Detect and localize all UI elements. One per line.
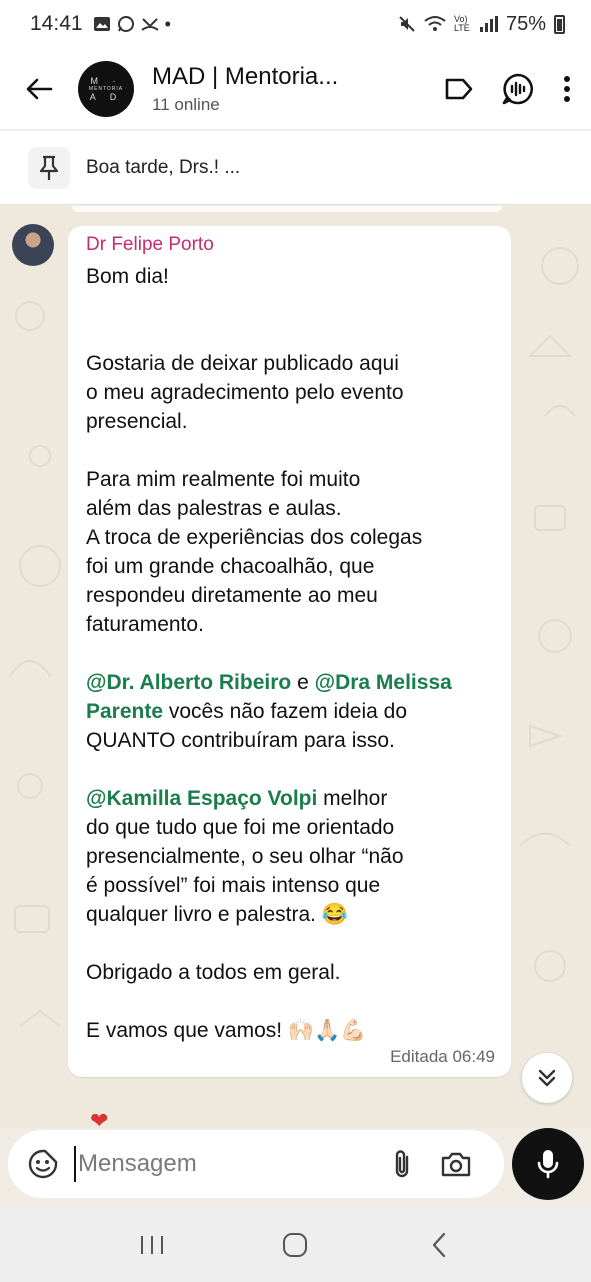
battery-percent: 75% bbox=[505, 12, 546, 35]
message-greeting: Bom dia! bbox=[86, 265, 169, 288]
battery-icon bbox=[554, 14, 565, 34]
attach-button[interactable] bbox=[382, 1144, 422, 1184]
voice-chat-button[interactable] bbox=[501, 72, 535, 106]
paperclip-icon bbox=[395, 1150, 409, 1178]
text-cursor bbox=[74, 1146, 76, 1182]
pinned-message-bar[interactable]: Boa tarde, Drs.! ... bbox=[0, 131, 591, 205]
pin-icon bbox=[39, 155, 59, 180]
dot-icon: • bbox=[164, 13, 171, 34]
message-meta: Editada 06:49 bbox=[390, 1047, 495, 1066]
recent-apps-icon bbox=[140, 1236, 163, 1254]
wifi-icon bbox=[424, 16, 446, 31]
sticker-button[interactable] bbox=[26, 1147, 60, 1181]
mention-connector: e bbox=[291, 671, 315, 694]
whatsapp-icon bbox=[117, 16, 134, 32]
message-sender[interactable]: Dr Felipe Porto bbox=[86, 234, 495, 256]
chat-header: M · MENTORIA A D MAD | Mentoria... 11 on… bbox=[0, 48, 591, 130]
message-body: Bom dia! Gostaria de deixar publicado aq… bbox=[86, 262, 495, 1045]
recent-apps-button[interactable] bbox=[122, 1225, 182, 1265]
signal-icon bbox=[479, 16, 498, 32]
mention-alberto[interactable]: @Dr. Alberto Ribeiro bbox=[86, 671, 291, 694]
sticker-icon bbox=[28, 1149, 58, 1179]
microphone-icon bbox=[537, 1150, 559, 1179]
message-paragraph-1: Gostaria de deixar publicado aqui o meu … bbox=[86, 352, 404, 433]
label-tag-icon bbox=[445, 78, 473, 99]
camera-button[interactable] bbox=[436, 1144, 476, 1184]
message-paragraph-2: Para mim realmente foi muito além das pa… bbox=[86, 468, 423, 636]
system-navigation-bar bbox=[0, 1208, 591, 1282]
chat-title-block[interactable]: MAD | Mentoria... 11 online bbox=[152, 63, 338, 115]
sender-avatar[interactable] bbox=[12, 224, 54, 266]
back-button[interactable] bbox=[0, 48, 78, 130]
online-count: 11 online bbox=[152, 94, 220, 114]
message-bubble[interactable]: Dr Felipe Porto Bom dia! Gostaria de dei… bbox=[68, 226, 511, 1077]
status-notification-icons: • bbox=[93, 14, 171, 35]
system-back-button[interactable] bbox=[409, 1225, 469, 1265]
scroll-to-bottom-button[interactable] bbox=[522, 1053, 572, 1103]
chat-title: MAD | Mentoria... bbox=[152, 62, 339, 90]
voice-record-button[interactable] bbox=[512, 1128, 584, 1200]
status-time: 14:41 bbox=[30, 12, 83, 35]
message-composer bbox=[8, 1130, 504, 1198]
more-vertical-icon bbox=[564, 75, 570, 102]
home-button[interactable] bbox=[265, 1225, 325, 1265]
voice-chat-icon bbox=[502, 73, 534, 104]
reaction-heart[interactable]: ❤ bbox=[90, 1108, 108, 1128]
gallery-icon bbox=[93, 17, 110, 31]
more-options-button[interactable] bbox=[563, 75, 571, 103]
previous-message-edge bbox=[72, 206, 502, 212]
arrow-left-icon bbox=[26, 78, 53, 99]
status-system-icons: Vo) LTE 75% bbox=[398, 13, 565, 36]
message-paragraph-6: E vamos que vamos! 🙌🏻🙏🏻💪🏻 bbox=[86, 1019, 367, 1042]
home-icon bbox=[283, 1233, 308, 1257]
mention-kamilla[interactable]: @Kamilla Espaço Volpi bbox=[86, 787, 317, 810]
group-avatar[interactable]: M · MENTORIA A D bbox=[78, 60, 134, 117]
message-input[interactable] bbox=[78, 1150, 368, 1178]
chat-area[interactable]: Dr Felipe Porto Bom dia! Gostaria de dei… bbox=[0, 206, 591, 1128]
pinned-text: Boa tarde, Drs.! ... bbox=[86, 156, 241, 178]
pin-badge bbox=[28, 146, 70, 189]
camera-icon bbox=[441, 1152, 471, 1177]
mute-icon bbox=[399, 16, 415, 32]
missed-call-icon bbox=[140, 18, 159, 31]
double-chevron-down-icon bbox=[538, 1069, 556, 1087]
volte-badge: Vo) LTE bbox=[453, 14, 470, 33]
chevron-left-icon bbox=[433, 1232, 446, 1258]
message-paragraph-5: Obrigado a todos em geral. bbox=[86, 961, 341, 984]
label-button[interactable] bbox=[445, 78, 473, 100]
status-bar: 14:41 • Vo) LTE 75% bbox=[0, 0, 591, 48]
